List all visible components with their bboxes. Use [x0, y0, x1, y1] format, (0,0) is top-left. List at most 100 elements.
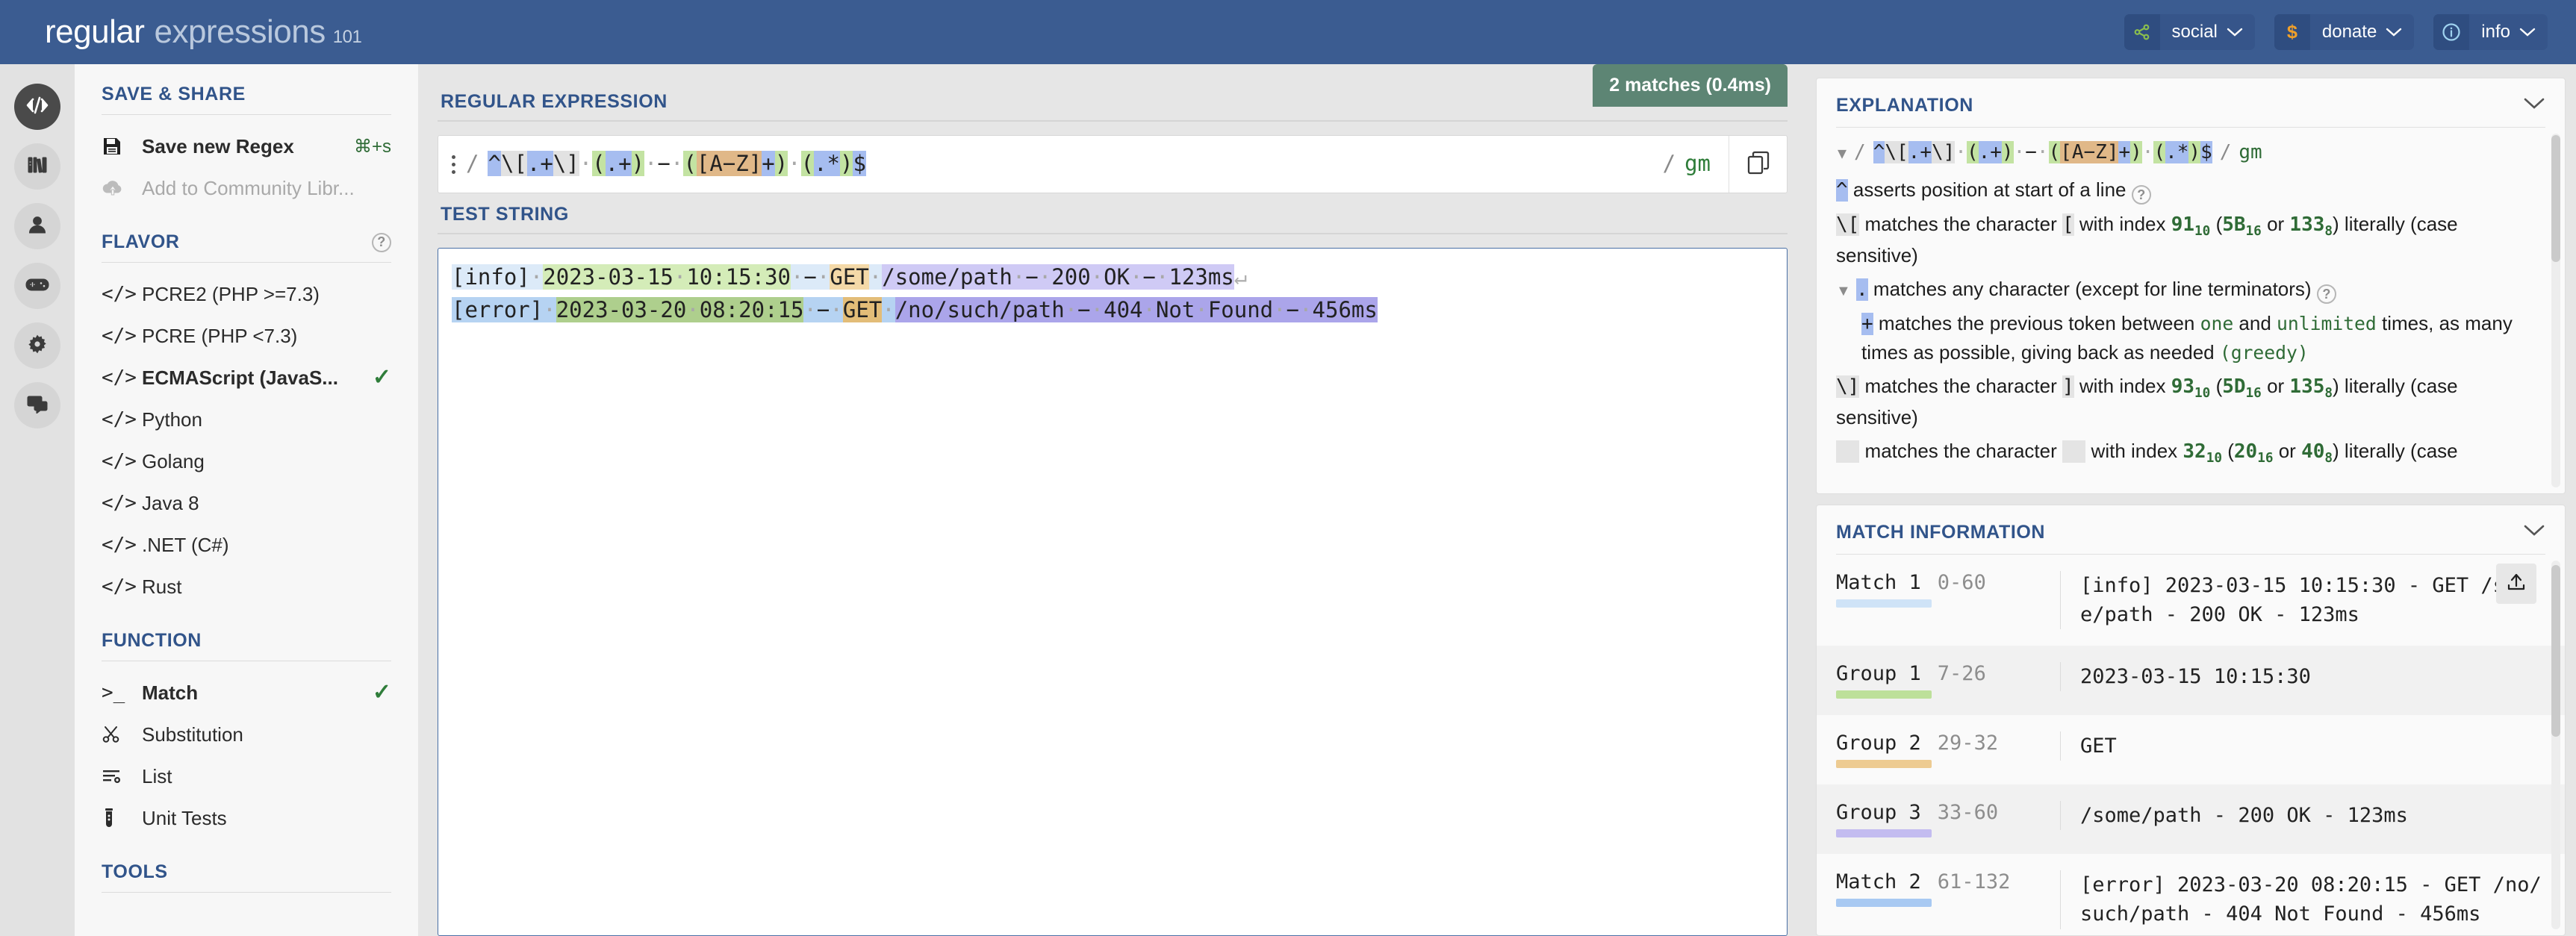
sidebar-item-function-list[interactable]: List — [102, 755, 391, 797]
sidebar-item-save-new-regex[interactable]: Save new Regex ⌘+s — [102, 125, 391, 167]
match-name: Match 1 — [1836, 571, 1921, 594]
svg-text:$: $ — [2287, 22, 2297, 43]
sidebar-item-flavor-python[interactable]: </> Python — [102, 399, 391, 440]
literal-space — [2062, 440, 2086, 463]
sidebar-item-flavor-dotnet[interactable]: </> .NET (C#) — [102, 524, 391, 566]
table-row[interactable]: Group 2 29-32 GET — [1817, 715, 2565, 784]
explanation-scrollbar-thumb[interactable] — [2551, 135, 2560, 262]
save-shortcut: ⌘+s — [353, 136, 391, 157]
share-nodes-icon — [2124, 14, 2160, 50]
help-icon[interactable]: ? — [2131, 185, 2151, 205]
flavor-help-icon[interactable]: ? — [372, 232, 391, 252]
test-string-editor[interactable]: [info]·2023-03-15·10:15:30·−·GET·/some/p… — [438, 248, 1788, 936]
quantifier-min: one — [2200, 312, 2234, 334]
divider — [102, 892, 391, 893]
save-share-label: SAVE & SHARE — [102, 84, 246, 104]
explanation-text-2b: with index — [2073, 213, 2171, 236]
sidebar-item-flavor-ecmascript[interactable]: </> ECMAScript (JavaS... ✓ — [102, 357, 391, 399]
paren-open: ( — [2215, 374, 2223, 397]
community-chat-icon — [26, 394, 49, 417]
explanation-line-open-bracket: \[ matches the character [ with index 91… — [1836, 210, 2535, 270]
match-range: 61-132 — [1937, 870, 2011, 894]
table-row[interactable]: Group 3 33-60 /some/path - 200 OK - 123ms — [1817, 784, 2565, 855]
explanation-line-plus: + matches the previous token between one… — [1836, 310, 2535, 367]
explanation-text-4b: and — [2233, 311, 2277, 334]
rail-settings-button[interactable] — [14, 322, 60, 369]
sidebar-item-function-substitution[interactable]: Substitution — [102, 714, 391, 755]
flavor-label-pcre2: PCRE2 (PHP >=7.3) — [142, 282, 320, 305]
donate-dropdown-button[interactable]: $ donate — [2274, 14, 2415, 50]
explanation-text-4a: matches the previous token between — [1873, 311, 2200, 334]
group-range: 33-60 — [1937, 801, 1999, 825]
flavor-label: FLAVOR — [102, 231, 180, 252]
help-icon[interactable]: ? — [2316, 284, 2336, 305]
index-decimal-32: 3210 — [2183, 440, 2222, 466]
regex-input-box[interactable]: / ^\[.+\]·(.+)·−·([A−Z]+)·(.*)$ / gm — [438, 135, 1788, 193]
regex-open-delimiter: / — [466, 151, 479, 177]
table-row[interactable]: Match 2 61-132 [error] 2023-03-20 08:20:1… — [1817, 854, 2565, 935]
explanation-pattern: ^\[.+\]·(.+)·−·([A−Z]+)·(.*)$ — [1873, 141, 2212, 163]
test-string-line-1[interactable]: [info]·2023-03-15·10:15:30·−·GET·/some/p… — [452, 260, 1773, 293]
kebab-menu-icon[interactable] — [452, 155, 455, 174]
paren-open: ( — [2215, 213, 2223, 236]
token-escaped-close-bracket: \] — [1836, 375, 1860, 398]
regex-editor[interactable]: / ^\[.+\]·(.+)·−·([A−Z]+)·(.*)$ — [438, 136, 1645, 193]
export-matches-button[interactable] — [2496, 564, 2536, 604]
regex-pattern[interactable]: ^\[.+\]·(.+)·−·([A−Z]+)·(.*)$ — [488, 149, 866, 178]
index-hex-5b: 5B16 — [2222, 213, 2262, 240]
explanation-body[interactable]: ▼ / ^\[.+\]·(.+)·−·([A−Z]+)·(.*)$ / gm ^… — [1817, 128, 2565, 493]
sidebar-item-flavor-java8[interactable]: </> Java 8 — [102, 482, 391, 524]
code-icon: </> — [102, 408, 137, 431]
sidebar-item-flavor-rust[interactable]: </> Rust — [102, 566, 391, 608]
sidebar-item-function-unit-tests[interactable]: Unit Tests — [102, 797, 391, 839]
sidebar-item-flavor-golang[interactable]: </> Golang — [102, 440, 391, 482]
rail-library-button[interactable] — [14, 143, 60, 190]
test-string-line-2[interactable]: [error]·2023-03-20·08:20:15·−·GET·/no/su… — [452, 293, 1773, 326]
sidebar-item-function-match[interactable]: >_ Match ✓ — [102, 672, 391, 714]
match-information-body[interactable]: Match 1 0-60 [info] 2023-03-15 10:15:30 -… — [1817, 555, 2565, 935]
rail-gamepad-button[interactable] — [14, 263, 60, 309]
group-color-bar — [1836, 760, 1932, 769]
collapse-caret-icon[interactable]: ▼ — [1836, 283, 1851, 299]
regex-flags-zone[interactable]: / gm — [1645, 136, 1729, 193]
app-body: SAVE & SHARE Save new Regex ⌘+s Add to C… — [0, 64, 2576, 936]
copy-regex-button[interactable] — [1729, 136, 1787, 193]
flavor-label-dotnet: .NET (C#) — [142, 533, 229, 556]
table-row[interactable]: Group 1 7-26 2023-03-15 10:15:30 — [1817, 646, 2565, 716]
index-octal-40: 408 — [2301, 440, 2333, 466]
index-octal-133: 1338 — [2289, 213, 2333, 240]
export-icon — [2506, 572, 2527, 596]
rail-account-button[interactable] — [14, 203, 60, 249]
match-scrollbar-thumb[interactable] — [2551, 565, 2560, 737]
sidebar-item-flavor-pcre2[interactable]: </> PCRE2 (PHP >=7.3) — [102, 273, 391, 315]
logo-word-regular: regular — [45, 13, 145, 50]
settings-gear-icon — [26, 333, 49, 359]
chevron-down-icon[interactable] — [2523, 97, 2545, 114]
social-label: social — [2171, 22, 2218, 42]
regex-close-delimiter: / — [1662, 151, 1676, 177]
rail-community-button[interactable] — [14, 382, 60, 428]
function-label-list: List — [142, 764, 172, 787]
regex101-app: regular expressions 101 social $ donate … — [0, 0, 2576, 936]
regex-flags[interactable]: gm — [1684, 149, 1711, 178]
main-column: REGULAR EXPRESSION 2 matches (0.4ms) / ^… — [418, 64, 1807, 936]
info-dropdown-button[interactable]: info — [2433, 14, 2548, 50]
donate-label: donate — [2321, 22, 2377, 42]
flavor-section-title: FLAVOR ? — [102, 231, 391, 262]
chevron-down-icon[interactable] — [2523, 524, 2545, 541]
explanation-regex-line[interactable]: ▼ / ^\[.+\]·(.+)·−·([A−Z]+)·(.*)$ / gm — [1836, 140, 2535, 166]
collapse-caret-icon[interactable]: ▼ — [1838, 146, 1847, 160]
table-row[interactable]: Match 1 0-60 [info] 2023-03-15 10:15:30 -… — [1817, 555, 2565, 646]
function-label-match: Match — [142, 681, 199, 704]
site-logo[interactable]: regular expressions 101 — [45, 13, 362, 51]
social-dropdown-button[interactable]: social — [2124, 14, 2255, 50]
sidebar-item-flavor-pcre[interactable]: </> PCRE (PHP <7.3) — [102, 315, 391, 357]
terminal-prompt-icon: >_ — [102, 681, 125, 704]
sidebar-item-add-to-community-library[interactable]: Add to Community Libr... — [102, 167, 391, 209]
rail-code-button[interactable] — [14, 84, 60, 130]
check-icon: ✓ — [372, 680, 391, 705]
function-label-unit-tests: Unit Tests — [142, 806, 227, 829]
function-label: FUNCTION — [102, 630, 202, 651]
